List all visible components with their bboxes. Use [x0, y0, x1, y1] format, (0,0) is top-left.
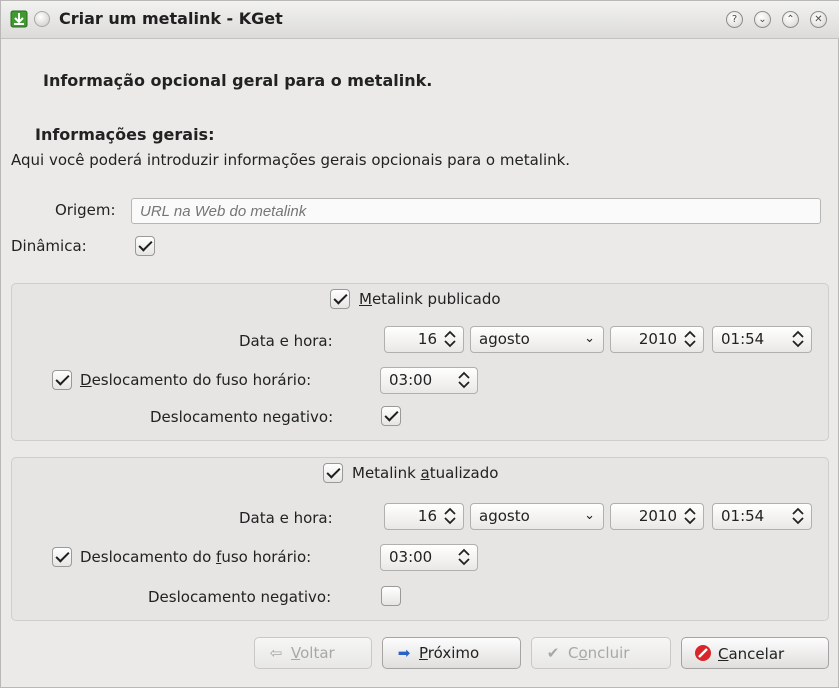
published-timezone-spinbox[interactable]: 03:00 — [380, 367, 478, 394]
updated-time-spinbox[interactable]: 01:54 — [712, 503, 812, 530]
dialog-window: Criar um metalink - KGet ? ⌄ ⌃ ✕ Informa… — [0, 0, 839, 688]
arrow-left-icon: ⇦ — [269, 644, 283, 662]
section-description: Aqui você poderá introduzir informações … — [11, 151, 571, 169]
published-checkbox[interactable] — [330, 289, 350, 309]
updated-negative-checkbox[interactable] — [381, 586, 401, 606]
section-title: Informações gerais: — [35, 125, 215, 144]
updated-timezone-checkbox[interactable] — [52, 547, 72, 567]
updated-day-spinbox[interactable]: 16 — [384, 503, 464, 530]
published-date-label: Data e hora: — [239, 332, 333, 350]
finish-button[interactable]: ✔ Concluir — [531, 637, 671, 669]
published-time-spinbox[interactable]: 01:54 — [712, 326, 812, 353]
updated-timezone-label[interactable]: Deslocamento do fuso horário: — [80, 548, 311, 566]
spin-arrows-icon[interactable] — [443, 329, 457, 349]
origin-input[interactable] — [131, 198, 821, 224]
spin-arrows-icon[interactable] — [791, 506, 805, 526]
updated-date-label: Data e hora: — [239, 509, 333, 527]
next-button[interactable]: ➡ Próximo — [382, 637, 521, 669]
spin-arrows-icon[interactable] — [443, 506, 457, 526]
published-year-spinbox[interactable]: 2010 — [610, 326, 704, 353]
published-month-select[interactable]: agosto ⌄ — [470, 326, 604, 353]
updated-group: Metalink atualizado Data e hora: 16 agos… — [11, 457, 829, 621]
window-title: Criar um metalink - KGet — [59, 9, 283, 28]
dynamic-label: Dinâmica: — [11, 237, 87, 255]
window-menu-icon[interactable] — [34, 11, 50, 27]
close-icon[interactable]: ✕ — [810, 11, 827, 28]
back-button[interactable]: ⇦ Voltar — [254, 637, 372, 669]
checkmark-icon: ✔ — [546, 644, 560, 662]
chevron-down-icon: ⌄ — [584, 331, 595, 346]
spin-arrows-icon[interactable] — [457, 370, 471, 390]
maximize-icon[interactable]: ⌃ — [782, 11, 799, 28]
title-bar: Criar um metalink - KGet ? ⌄ ⌃ ✕ — [1, 1, 839, 39]
published-timezone-label[interactable]: Deslocamento do fuso horário: — [80, 371, 311, 389]
updated-checkbox[interactable] — [323, 463, 343, 483]
published-negative-label: Deslocamento negativo: — [150, 408, 334, 426]
kget-app-icon[interactable] — [10, 10, 28, 28]
published-group: Metalink publicado Data e hora: 16 agost… — [11, 283, 829, 441]
chevron-down-icon: ⌄ — [584, 508, 595, 523]
cancel-button[interactable]: Cancelar — [681, 637, 829, 669]
spin-arrows-icon[interactable] — [457, 547, 471, 567]
cancel-icon — [692, 644, 714, 663]
arrow-right-icon: ➡ — [397, 644, 411, 662]
updated-year-spinbox[interactable]: 2010 — [610, 503, 704, 530]
published-checkbox-label[interactable]: Metalink publicado — [359, 290, 501, 308]
updated-checkbox-label[interactable]: Metalink atualizado — [352, 464, 498, 482]
updated-timezone-spinbox[interactable]: 03:00 — [380, 544, 478, 571]
dynamic-checkbox[interactable] — [135, 236, 155, 256]
updated-month-select[interactable]: agosto ⌄ — [470, 503, 604, 530]
origin-label: Origem: — [55, 201, 116, 219]
published-timezone-checkbox[interactable] — [52, 370, 72, 390]
spin-arrows-icon[interactable] — [683, 506, 697, 526]
help-icon[interactable]: ? — [726, 11, 743, 28]
minimize-icon[interactable]: ⌄ — [754, 11, 771, 28]
updated-negative-label: Deslocamento negativo: — [148, 588, 332, 606]
spin-arrows-icon[interactable] — [683, 329, 697, 349]
published-day-spinbox[interactable]: 16 — [384, 326, 464, 353]
spin-arrows-icon[interactable] — [791, 329, 805, 349]
published-negative-checkbox[interactable] — [381, 406, 401, 426]
page-heading: Informação opcional geral para o metalin… — [43, 71, 433, 90]
